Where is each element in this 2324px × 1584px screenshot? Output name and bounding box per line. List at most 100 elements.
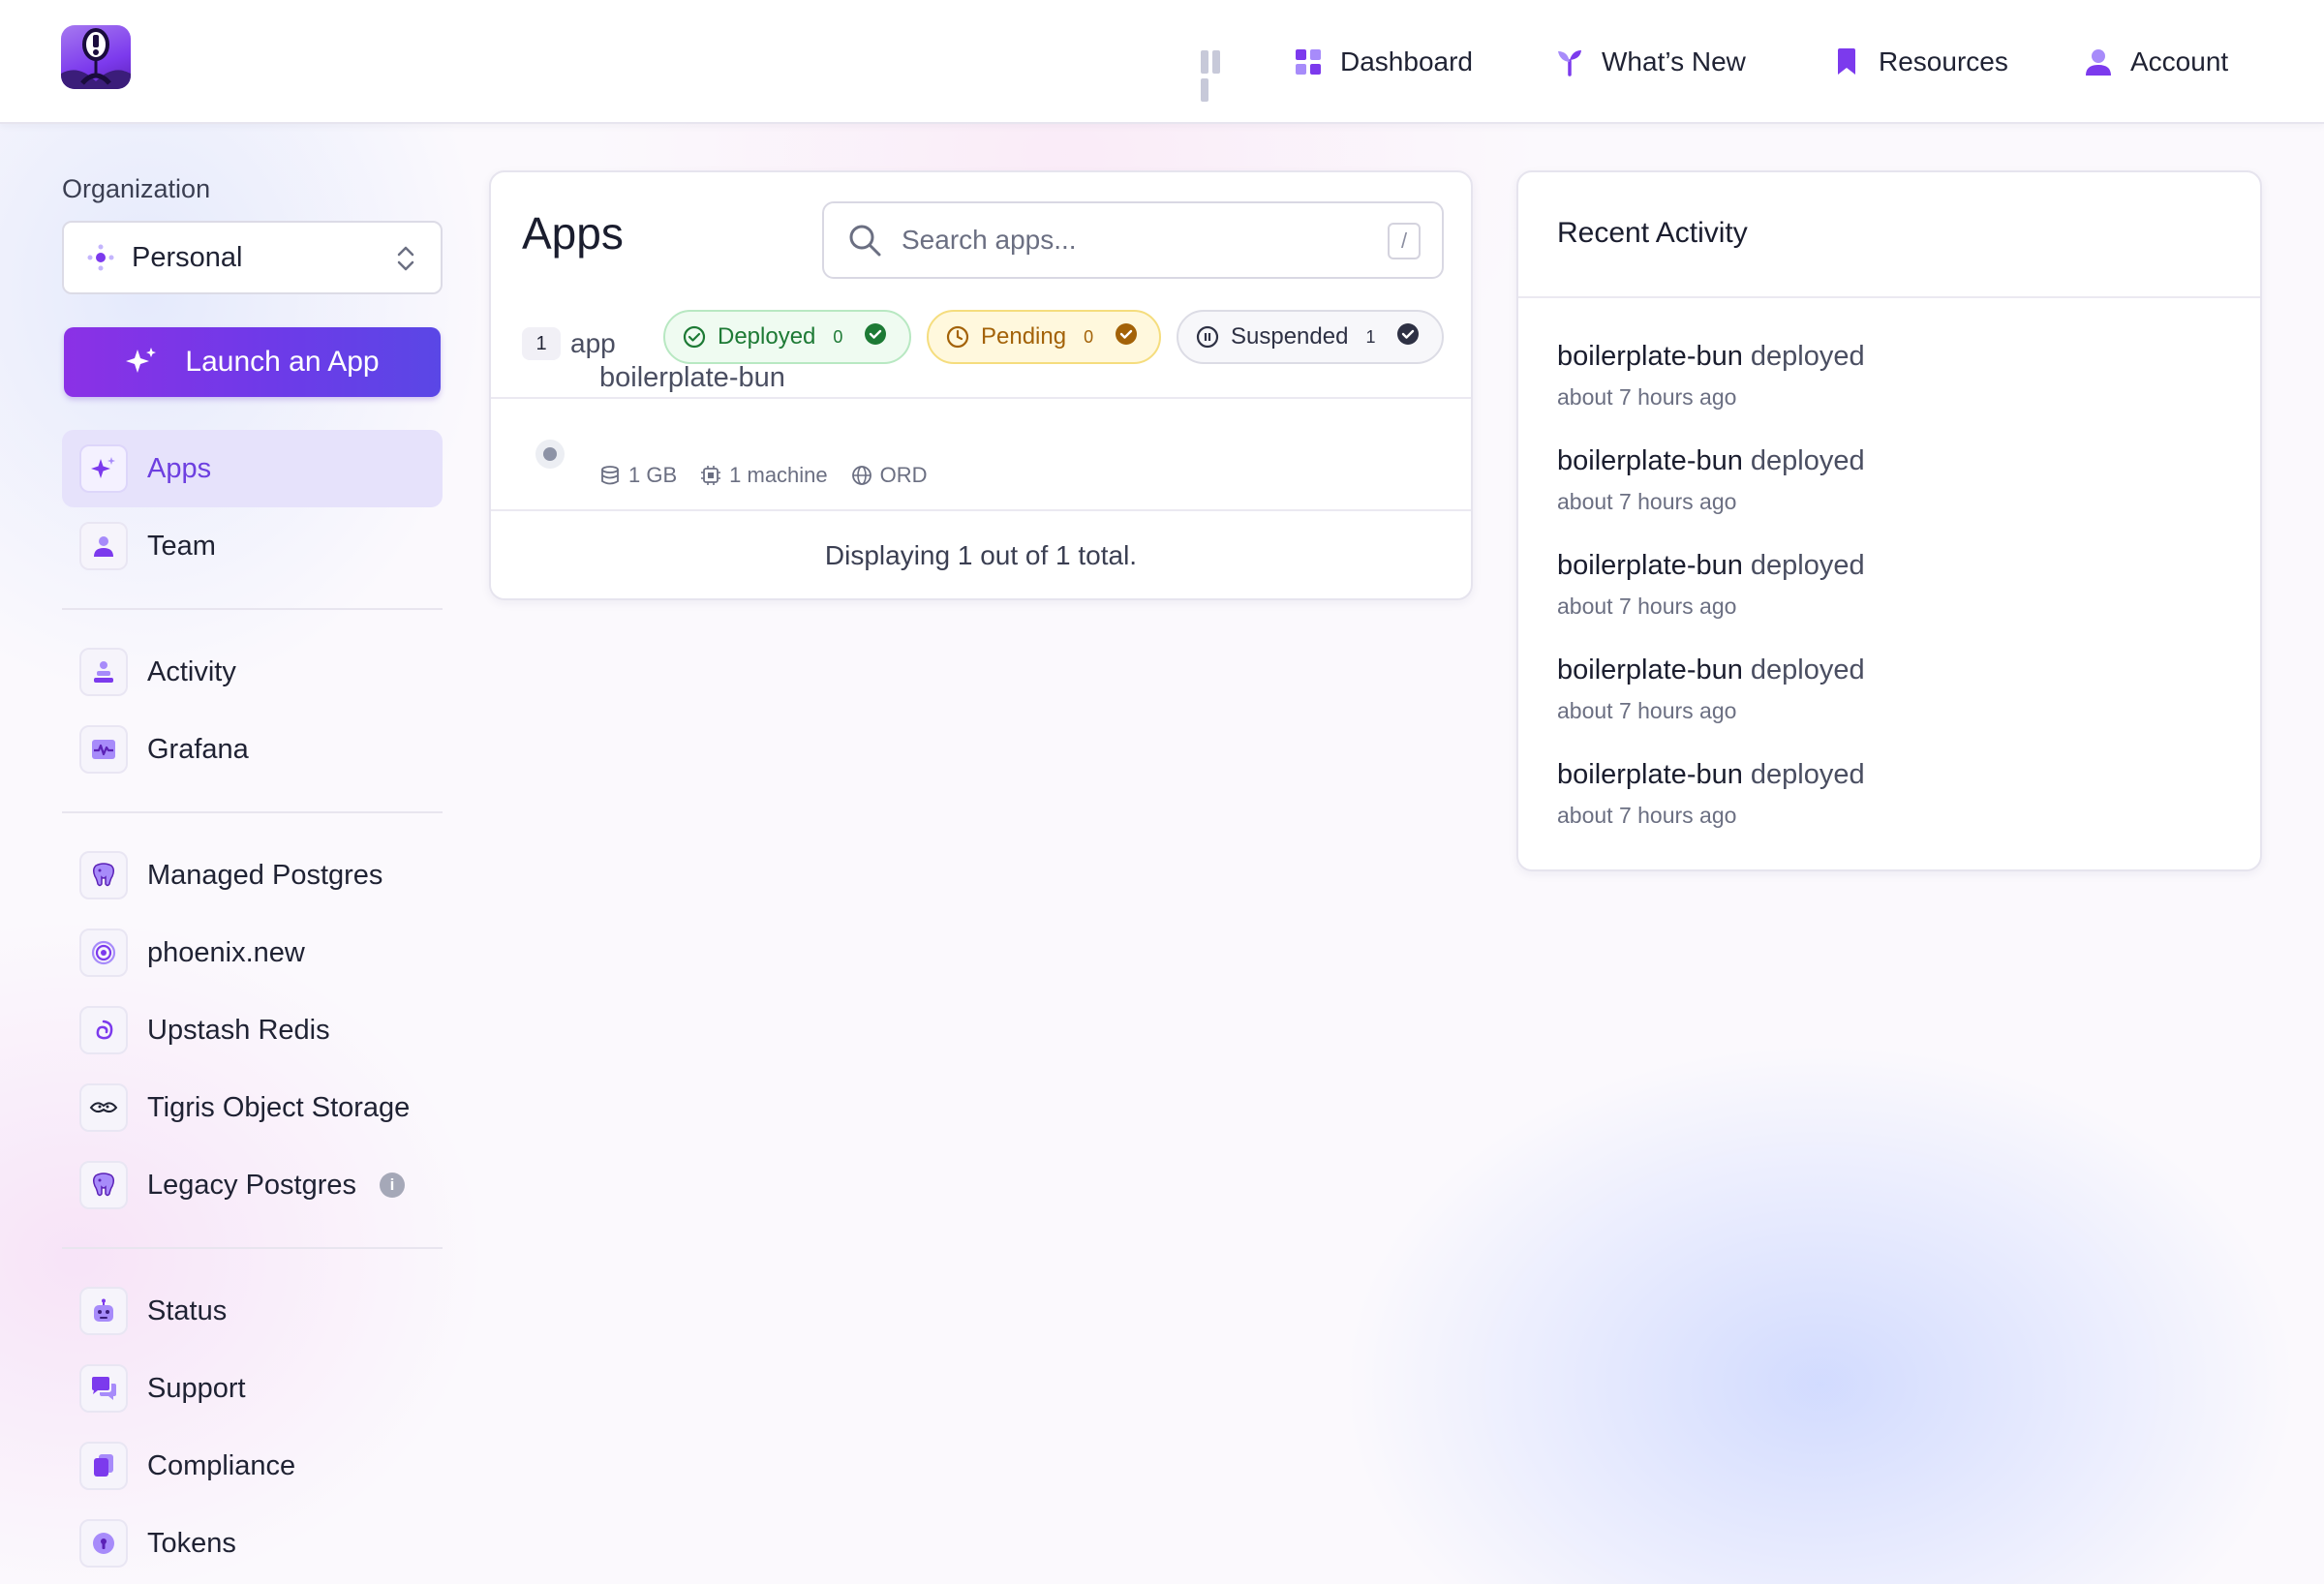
page-title: Apps — [522, 208, 624, 259]
activity-app-link[interactable]: boilerplate-bun — [1557, 445, 1743, 476]
nav-resources-label: Resources — [1879, 46, 2008, 76]
app-machines: 1 machine — [729, 463, 828, 487]
app-name-link[interactable]: boilerplate-bun — [599, 362, 785, 394]
divider — [491, 509, 1471, 511]
activity-item: boilerplate-bun deployed about 7 hours a… — [1557, 550, 1865, 620]
database-icon — [601, 466, 619, 485]
pagination-summary: Displaying 1 out of 1 total. — [824, 540, 1138, 570]
activity-app-link[interactable]: boilerplate-bun — [1557, 341, 1743, 372]
sidebar-item-managed-postgres[interactable]: Managed Postgres — [62, 837, 443, 914]
sidebar-item-label: phoenix.new — [147, 936, 305, 968]
search-input[interactable] — [902, 225, 1366, 256]
activity-time: about 7 hours ago — [1557, 698, 1737, 723]
sidebar-divider — [62, 811, 443, 813]
organization-value: Personal — [132, 241, 243, 273]
chat-bubbles-icon — [79, 1364, 128, 1413]
sidebar-item-label: Grafana — [147, 733, 249, 765]
table-row[interactable] — [491, 399, 1471, 509]
app-count-badge: 1 — [522, 327, 561, 360]
elephant-icon — [79, 1161, 128, 1209]
nav-whats-new[interactable]: What’s New — [1555, 41, 1746, 83]
token-icon — [79, 1519, 128, 1568]
check-filled-icon — [864, 322, 887, 352]
sidebar-item-compliance[interactable]: Compliance — [62, 1427, 443, 1505]
sidebar-item-status[interactable]: Status — [62, 1272, 443, 1350]
app-memory: 1 GB — [628, 463, 678, 487]
activity-app-link[interactable]: boilerplate-bun — [1557, 759, 1743, 790]
check-filled-icon — [1396, 322, 1420, 352]
activity-app-link[interactable]: boilerplate-bun — [1557, 655, 1743, 685]
status-indicator — [535, 440, 565, 469]
activity-item: boilerplate-bun deployed about 7 hours a… — [1557, 341, 1865, 411]
app-region: ORD — [879, 463, 928, 487]
sprout-icon — [1555, 47, 1584, 76]
grid-icon — [1294, 47, 1323, 76]
filter-deployed[interactable]: Deployed 0 — [663, 310, 911, 364]
sidebar-divider — [62, 1247, 443, 1249]
sparkles-icon — [126, 348, 157, 373]
cpu-icon — [701, 466, 721, 485]
activity-item: boilerplate-bun deployed about 7 hours a… — [1557, 445, 1865, 515]
nav-dashboard[interactable]: Dashboard — [1294, 41, 1473, 83]
filter-deployed-label: Deployed — [718, 323, 816, 350]
team-icon — [79, 522, 128, 570]
sidebar-item-tokens[interactable]: Tokens — [62, 1505, 443, 1582]
sidebar-item-support[interactable]: Support — [62, 1350, 443, 1427]
sidebar-item-label: Tigris Object Storage — [147, 1091, 411, 1123]
filter-suspended[interactable]: Suspended 1 — [1177, 310, 1444, 364]
sidebar-item-label: Upstash Redis — [147, 1014, 330, 1046]
documents-icon — [79, 1442, 128, 1490]
sidebar-item-label: Team — [147, 530, 216, 562]
search-field[interactable]: / — [822, 201, 1444, 279]
activity-time: about 7 hours ago — [1557, 489, 1737, 514]
filter-pending[interactable]: Pending 0 — [927, 310, 1161, 364]
sidebar-item-activity[interactable]: Activity — [62, 633, 443, 711]
app-logo[interactable] — [61, 25, 131, 89]
app-meta: 1 GB 1 machine ORD — [599, 463, 951, 488]
organization-label: Organization — [62, 174, 211, 203]
search-icon — [849, 225, 881, 257]
filter-suspended-label: Suspended — [1231, 323, 1349, 350]
top-navbar: Dashboard What’s New Resources Account — [0, 0, 2324, 124]
info-icon[interactable]: i — [380, 1173, 406, 1198]
sidebar-item-team[interactable]: Team — [62, 507, 443, 585]
activity-verb: deployed — [1750, 445, 1865, 476]
nav-dashboard-label: Dashboard — [1340, 46, 1473, 76]
sidebar-item-legacy-postgres[interactable]: Legacy Postgres i — [62, 1146, 443, 1224]
nav-account[interactable]: Account — [2084, 41, 2228, 83]
sidebar-item-label: Managed Postgres — [147, 859, 383, 891]
bookmark-icon — [1832, 47, 1861, 76]
sidebar-item-label: Tokens — [147, 1527, 236, 1559]
chart-pulse-icon — [79, 725, 128, 774]
divider — [1518, 296, 2260, 298]
sidebar-item-phoenix[interactable]: phoenix.new — [62, 914, 443, 991]
sidebar-item-label: Status — [147, 1295, 228, 1326]
sidebar-item-label: Support — [147, 1372, 246, 1404]
sidebar-item-apps[interactable]: Apps — [62, 430, 443, 507]
nav-whats-new-label: What’s New — [1602, 46, 1746, 76]
sidebar-item-upstash[interactable]: Upstash Redis — [62, 991, 443, 1069]
activity-app-link[interactable]: boilerplate-bun — [1557, 550, 1743, 581]
globe-icon — [851, 466, 872, 485]
nav-resources[interactable]: Resources — [1832, 41, 2008, 83]
sidebar-divider — [62, 608, 443, 610]
sidebar-item-label: Legacy Postgres — [147, 1169, 357, 1201]
recent-activity-panel: Recent Activity boilerplate-bun deployed… — [1516, 170, 2262, 871]
recent-activity-title: Recent Activity — [1557, 217, 1748, 249]
activity-time: about 7 hours ago — [1557, 803, 1737, 828]
activity-verb: deployed — [1750, 759, 1865, 790]
activity-verb: deployed — [1750, 550, 1865, 581]
pause-circle-icon — [1196, 325, 1219, 349]
filter-deployed-count: 0 — [833, 326, 843, 347]
activity-item: boilerplate-bun deployed about 7 hours a… — [1557, 655, 1865, 724]
activity-verb: deployed — [1750, 341, 1865, 372]
chevron-up-down-icon — [397, 246, 414, 271]
sidebar-item-grafana[interactable]: Grafana — [62, 711, 443, 788]
launch-app-label: Launch an App — [185, 346, 380, 378]
organization-select[interactable]: Personal — [62, 221, 443, 294]
user-icon — [2084, 47, 2113, 76]
robot-icon — [79, 1287, 128, 1335]
launch-app-button[interactable]: Launch an App — [64, 327, 441, 397]
nav-account-label: Account — [2130, 46, 2229, 76]
sidebar-item-tigris[interactable]: Tigris Object Storage — [62, 1069, 443, 1146]
